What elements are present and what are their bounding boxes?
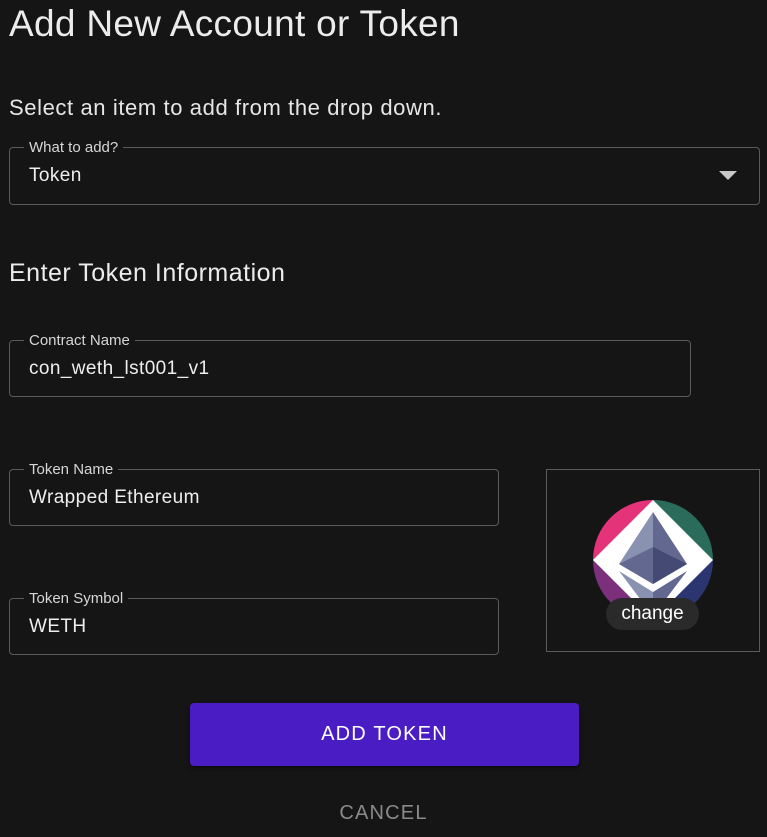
token-name-label: Token Name: [24, 461, 119, 478]
add-token-button[interactable]: ADD TOKEN: [190, 703, 579, 766]
token-symbol-label: Token Symbol: [24, 590, 129, 607]
change-image-button[interactable]: change: [606, 598, 699, 630]
token-symbol-field[interactable]: Token Symbol WETH: [9, 590, 499, 655]
token-image-box: change: [546, 469, 760, 652]
what-to-add-label: What to add?: [24, 139, 124, 156]
what-to-add-value: Token: [29, 165, 82, 186]
what-to-add-select[interactable]: What to add? Token: [9, 139, 760, 205]
contract-name-label: Contract Name: [24, 332, 135, 349]
instruction-text: Select an item to add from the drop down…: [9, 95, 443, 120]
token-symbol-value: WETH: [29, 616, 87, 637]
contract-name-value: con_weth_lst001_v1: [29, 358, 210, 379]
contract-name-field[interactable]: Contract Name con_weth_lst001_v1: [9, 332, 691, 397]
section-title: Enter Token Information: [9, 259, 286, 287]
token-name-value: Wrapped Ethereum: [29, 487, 200, 508]
dropdown-arrow-icon[interactable]: [719, 171, 737, 180]
token-name-field[interactable]: Token Name Wrapped Ethereum: [9, 461, 499, 526]
page-title: Add New Account or Token: [9, 3, 460, 44]
cancel-button[interactable]: CANCEL: [300, 796, 467, 830]
